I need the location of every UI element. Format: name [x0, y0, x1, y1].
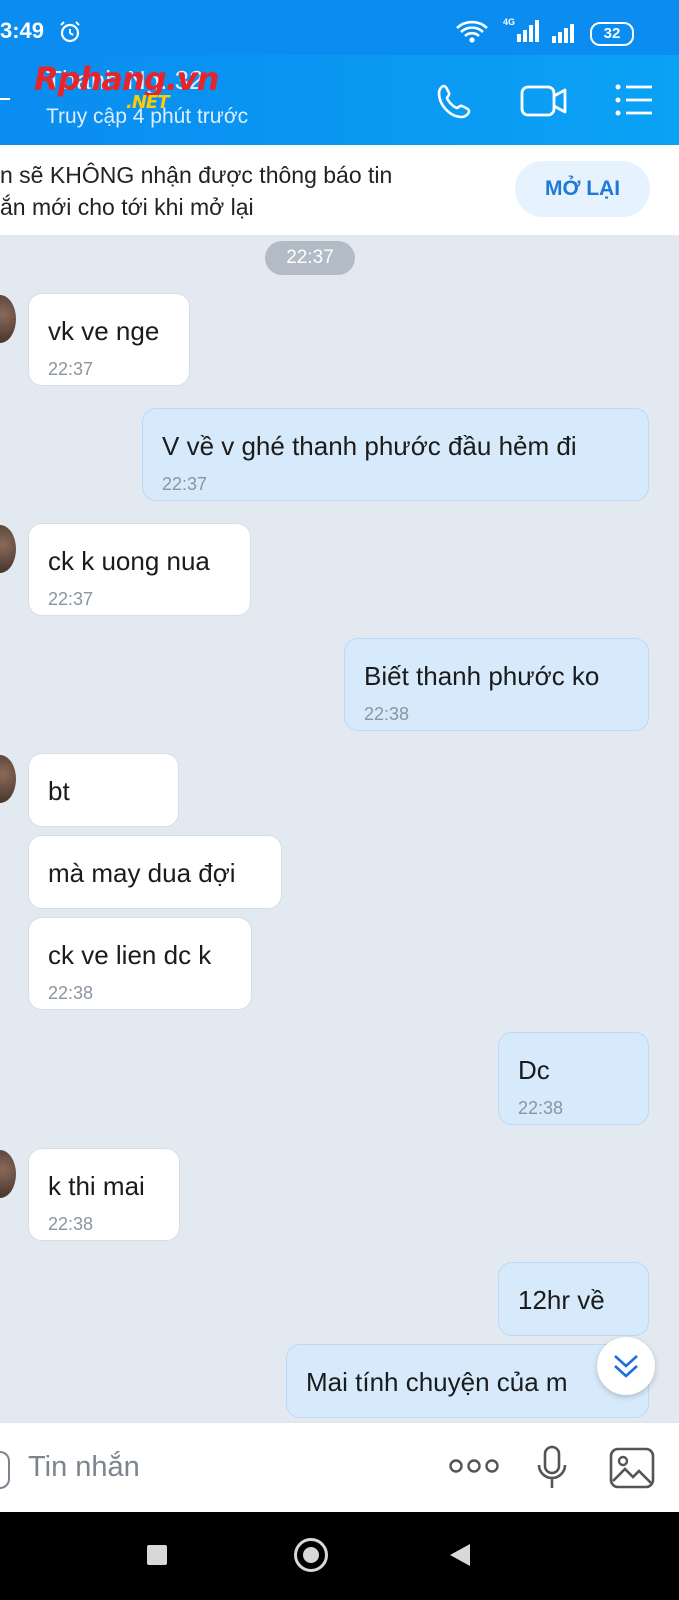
message-text: ck ve lien dc k	[48, 940, 212, 970]
message-text: k thi mai	[48, 1171, 145, 1201]
muted-notice-line1: n sẽ KHÔNG nhận được thông báo tin	[0, 162, 393, 188]
message-outgoing[interactable]: Biết thanh phước ko 22:38	[344, 638, 649, 731]
alarm-icon	[58, 20, 82, 49]
message-incoming[interactable]: ck ve lien dc k 22:38	[28, 917, 252, 1010]
avatar[interactable]	[0, 295, 16, 343]
message-outgoing[interactable]: Dc 22:38	[498, 1032, 649, 1125]
signal-icon	[550, 22, 580, 49]
date-separator: 22:37	[265, 241, 355, 275]
status-bar: 3:49 4G 32	[0, 0, 679, 55]
message-text: mà may dua đợi	[48, 858, 236, 888]
message-input[interactable]: Tin nhắn	[28, 1451, 140, 1484]
scroll-down-icon	[612, 1351, 640, 1386]
avatar[interactable]	[0, 755, 16, 803]
message-text: Biết thanh phước ko	[364, 661, 600, 691]
message-incoming[interactable]: mà may dua đợi	[28, 835, 282, 909]
message-incoming[interactable]: bt	[28, 753, 179, 827]
message-text: bt	[48, 776, 70, 806]
phone-icon[interactable]	[435, 81, 475, 126]
message-time: 22:38	[364, 704, 410, 724]
watermark-logo: Rphang.vn .NET	[34, 60, 219, 113]
message-time: 22:38	[48, 983, 94, 1003]
message-time: 22:37	[48, 589, 94, 609]
message-incoming[interactable]: k thi mai 22:38	[28, 1148, 180, 1241]
message-composer: Tin nhắn	[0, 1422, 679, 1513]
message-text: V về v ghé thanh phước đầu hẻm đi	[162, 431, 577, 461]
battery-icon: 32	[590, 22, 634, 46]
back-arrow-icon[interactable]	[0, 98, 10, 100]
signal-icon: 4G	[503, 16, 543, 49]
message-incoming[interactable]: ck k uong nua 22:37	[28, 523, 251, 616]
message-text: vk ve nge	[48, 316, 160, 346]
message-incoming[interactable]: vk ve nge 22:37	[28, 293, 190, 386]
more-icon[interactable]	[448, 1457, 500, 1480]
message-time: 22:38	[48, 1214, 94, 1234]
svg-text:4G: 4G	[503, 17, 515, 27]
system-navigation-bar	[0, 1512, 679, 1600]
message-time: 22:37	[48, 359, 94, 379]
message-outgoing[interactable]: V về v ghé thanh phước đầu hẻm đi 22:37	[142, 408, 649, 501]
wifi-icon	[455, 20, 489, 49]
watermark-sub: .NET	[126, 92, 169, 113]
menu-icon[interactable]	[614, 83, 654, 122]
message-text: Dc	[518, 1055, 550, 1085]
emoji-icon[interactable]	[0, 1451, 10, 1489]
message-text: Mai tính chuyện của m	[306, 1367, 568, 1397]
avatar[interactable]	[0, 1150, 16, 1198]
video-call-icon[interactable]	[520, 83, 568, 124]
home-icon[interactable]	[294, 1538, 328, 1572]
microphone-icon[interactable]	[536, 1445, 568, 1496]
status-time: 3:49	[0, 18, 45, 43]
back-icon[interactable]	[448, 1542, 472, 1573]
muted-notice-bar: n sẽ KHÔNG nhận được thông báo tin ắn mớ…	[0, 145, 679, 235]
muted-notice-line2: ắn mới cho tới khi mở lại	[0, 194, 254, 220]
message-time: 22:37	[162, 474, 208, 494]
message-text: ck k uong nua	[48, 546, 210, 576]
avatar[interactable]	[0, 525, 16, 573]
scroll-down-button[interactable]	[597, 1337, 655, 1395]
recent-apps-icon[interactable]	[147, 1545, 167, 1565]
unmute-button[interactable]: MỞ LẠI	[515, 161, 650, 217]
muted-notice-text: n sẽ KHÔNG nhận được thông báo tin ắn mớ…	[0, 159, 470, 223]
message-outgoing[interactable]: 12hr về	[498, 1262, 649, 1336]
image-icon[interactable]	[609, 1447, 655, 1494]
message-outgoing[interactable]: Mai tính chuyện của m	[286, 1344, 649, 1418]
message-time: 22:38	[518, 1098, 564, 1118]
message-text: 12hr về	[518, 1285, 605, 1315]
